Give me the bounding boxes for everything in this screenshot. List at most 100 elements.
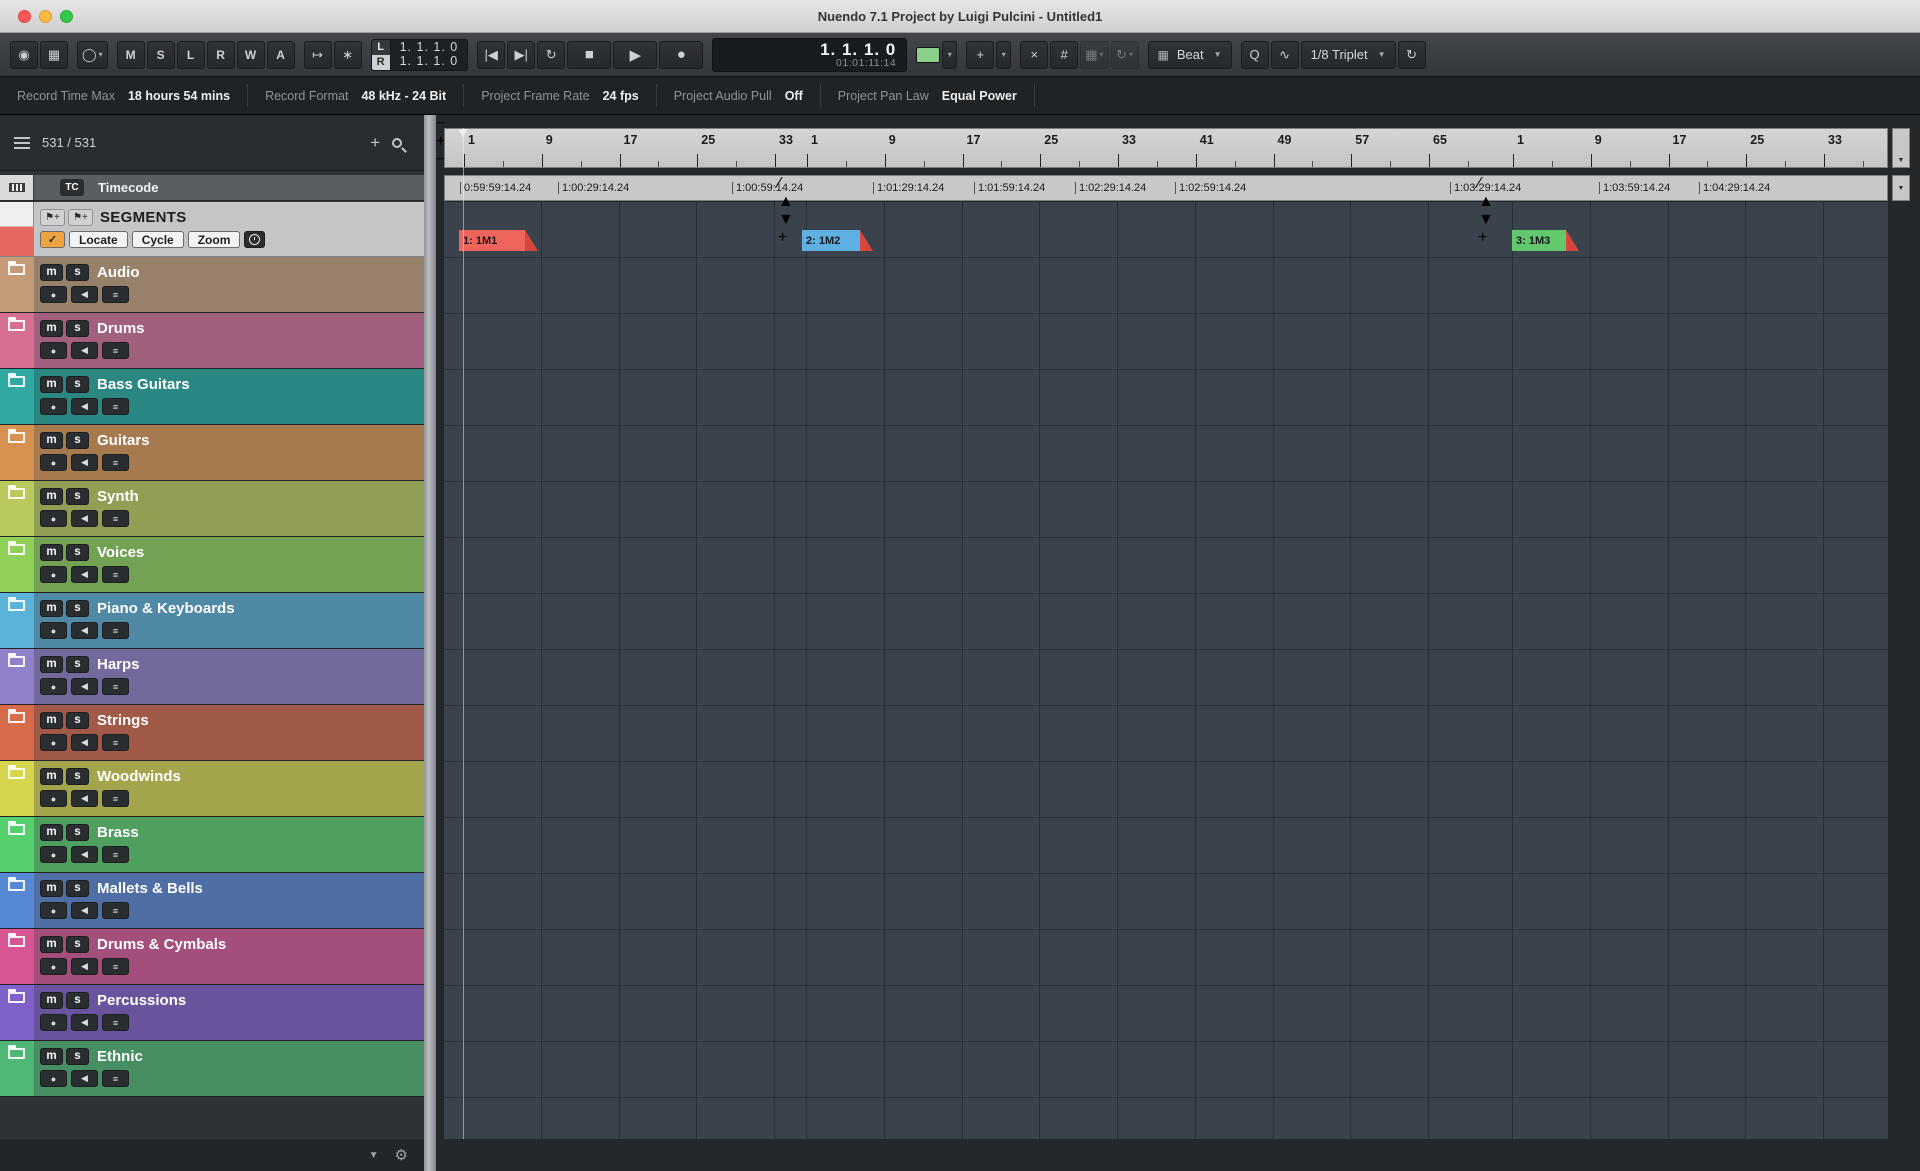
track-row[interactable]: msWoodwinds●◀≡ (0, 761, 424, 817)
track-edit-button[interactable]: ≡ (102, 790, 129, 807)
record-enable-button[interactable]: ● (40, 454, 67, 471)
record-enable-button[interactable]: ● (40, 566, 67, 583)
auto-scroll-menu-button[interactable]: ▾ (996, 41, 1011, 69)
monitor-button[interactable]: ◀ (71, 342, 98, 359)
monitor-button[interactable]: ◀ (71, 958, 98, 975)
go-to-previous-marker-button[interactable]: |◀ (477, 41, 505, 69)
solo-button[interactable]: s (66, 600, 89, 617)
monitor-button[interactable]: ◀ (71, 398, 98, 415)
window-zones-button[interactable]: ▦ (40, 41, 68, 69)
auto-scroll-button[interactable]: + (966, 41, 994, 69)
track-edit-button[interactable]: ≡ (102, 566, 129, 583)
record-button[interactable]: ● (659, 41, 703, 69)
play-button[interactable]: ▶ (613, 41, 657, 69)
monitor-button[interactable]: ◀ (71, 1014, 98, 1031)
monitor-button[interactable]: ◀ (71, 678, 98, 695)
grid-type-select[interactable]: ▦ Beat ▼ (1148, 41, 1232, 69)
monitor-button[interactable]: ◀ (71, 846, 98, 863)
timecode-track-row[interactable]: TC Timecode (0, 175, 424, 201)
locate-button[interactable]: Locate (69, 231, 128, 248)
ruler-options-button[interactable]: ▼ (1892, 128, 1910, 168)
track-row[interactable]: msEthnic●◀≡ (0, 1041, 424, 1097)
mute-button[interactable]: m (40, 320, 63, 337)
solo-button[interactable]: s (66, 432, 89, 449)
mute-button[interactable]: m (40, 432, 63, 449)
record-enable-button[interactable]: ● (40, 678, 67, 695)
grid-button[interactable]: # (1050, 41, 1078, 69)
track-row[interactable]: msGuitars●◀≡ (0, 425, 424, 481)
record-enable-button[interactable]: ● (40, 958, 67, 975)
track-row[interactable]: msHarps●◀≡ (0, 649, 424, 705)
search-track-icon[interactable] (392, 138, 402, 148)
solo-button[interactable]: s (66, 1048, 89, 1065)
iterative-quantize-button[interactable]: ↻ (1398, 41, 1426, 69)
automation-button-r[interactable]: R (207, 41, 235, 69)
marker-active-checkbox[interactable]: ✓ (40, 231, 65, 248)
cycle-button[interactable]: ↻ (537, 41, 565, 69)
monitor-button[interactable]: ◀ (71, 790, 98, 807)
info-bar-item[interactable]: Record Format48 kHz - 24 Bit (248, 84, 464, 106)
project-cursor-handle[interactable] (458, 129, 468, 137)
mute-button[interactable]: m (40, 656, 63, 673)
monitor-button[interactable]: ◀ (71, 902, 98, 919)
timecode-ruler-menu-button[interactable]: ▼ (1892, 175, 1910, 201)
star-button[interactable]: ∗ (334, 41, 362, 69)
solo-button[interactable]: s (66, 992, 89, 1009)
mute-button[interactable]: m (40, 544, 63, 561)
divider-zoom-button[interactable]: + (1478, 229, 1487, 246)
quantize-button[interactable]: Q (1241, 41, 1269, 69)
marker-track-row[interactable]: ⚑+ ⚑+ SEGMENTS ✓ Locate Cycle Zoom (0, 202, 424, 257)
mute-button[interactable]: m (40, 992, 63, 1009)
right-locator-label[interactable]: R (372, 55, 390, 70)
track-edit-button[interactable]: ≡ (102, 398, 129, 415)
record-enable-button[interactable]: ● (40, 622, 67, 639)
automation-button-s[interactable]: S (147, 41, 175, 69)
track-row[interactable]: msBass Guitars●◀≡ (0, 369, 424, 425)
track-row[interactable]: msDrums●◀≡ (0, 313, 424, 369)
punch-indicator[interactable] (916, 47, 940, 63)
monitor-button[interactable]: ◀ (71, 510, 98, 527)
automation-button-a[interactable]: A (267, 41, 295, 69)
zoom-window-button[interactable] (60, 10, 73, 23)
divider-down-arrow[interactable]: ▼ (1478, 211, 1494, 228)
track-row[interactable]: msBrass●◀≡ (0, 817, 424, 873)
solo-button[interactable]: s (66, 656, 89, 673)
info-bar-item[interactable]: Record Time Max18 hours 54 mins (0, 84, 248, 106)
divider-down-arrow[interactable]: ▼ (778, 211, 794, 228)
cycle-marker-button[interactable]: Cycle (132, 231, 184, 248)
mute-button[interactable]: m (40, 376, 63, 393)
solo-button[interactable]: s (66, 488, 89, 505)
track-edit-button[interactable]: ≡ (102, 846, 129, 863)
track-visibility-icon[interactable] (14, 137, 30, 149)
left-locator-label[interactable]: L (372, 40, 390, 55)
track-row[interactable]: msSynth●◀≡ (0, 481, 424, 537)
marker-flag[interactable]: 2: 1M2 (802, 230, 860, 251)
track-row[interactable]: msPercussions●◀≡ (0, 985, 424, 1041)
track-edit-button[interactable]: ≡ (102, 342, 129, 359)
add-marker-button[interactable]: ⚑+ (40, 209, 65, 226)
timeline-divider[interactable]: ∕ ▲ ▼ + (1478, 175, 1491, 1139)
track-row[interactable]: msMallets & Bells●◀≡ (0, 873, 424, 929)
track-edit-button[interactable]: ≡ (102, 622, 129, 639)
solo-button[interactable]: s (66, 264, 89, 281)
event-display[interactable]: 1: 1M12: 1M23: 1M3 (444, 202, 1888, 1139)
snap-button[interactable]: × (1020, 41, 1048, 69)
automation-button-w[interactable]: W (237, 41, 265, 69)
record-enable-button[interactable]: ● (40, 902, 67, 919)
solo-button[interactable]: s (66, 376, 89, 393)
color-menu-button[interactable]: ◯▾ (77, 41, 108, 69)
monitor-button[interactable]: ◀ (71, 566, 98, 583)
panel-splitter[interactable] (424, 115, 436, 1171)
divider-up-arrow[interactable]: ▲ (778, 193, 794, 210)
monitor-button[interactable]: ◀ (71, 622, 98, 639)
divider-up-arrow[interactable]: ▲ (1478, 193, 1494, 210)
automation-button-l[interactable]: L (177, 41, 205, 69)
timecode-format-badge[interactable]: TC (60, 179, 84, 196)
monitor-button[interactable]: ◀ (71, 286, 98, 303)
time-display-timecode[interactable]: 01:01:11:14 (723, 58, 896, 69)
record-enable-button[interactable]: ● (40, 398, 67, 415)
automation-button-m[interactable]: M (117, 41, 145, 69)
track-edit-button[interactable]: ≡ (102, 678, 129, 695)
track-row[interactable]: msAudio●◀≡ (0, 257, 424, 313)
minimize-window-button[interactable] (39, 10, 52, 23)
